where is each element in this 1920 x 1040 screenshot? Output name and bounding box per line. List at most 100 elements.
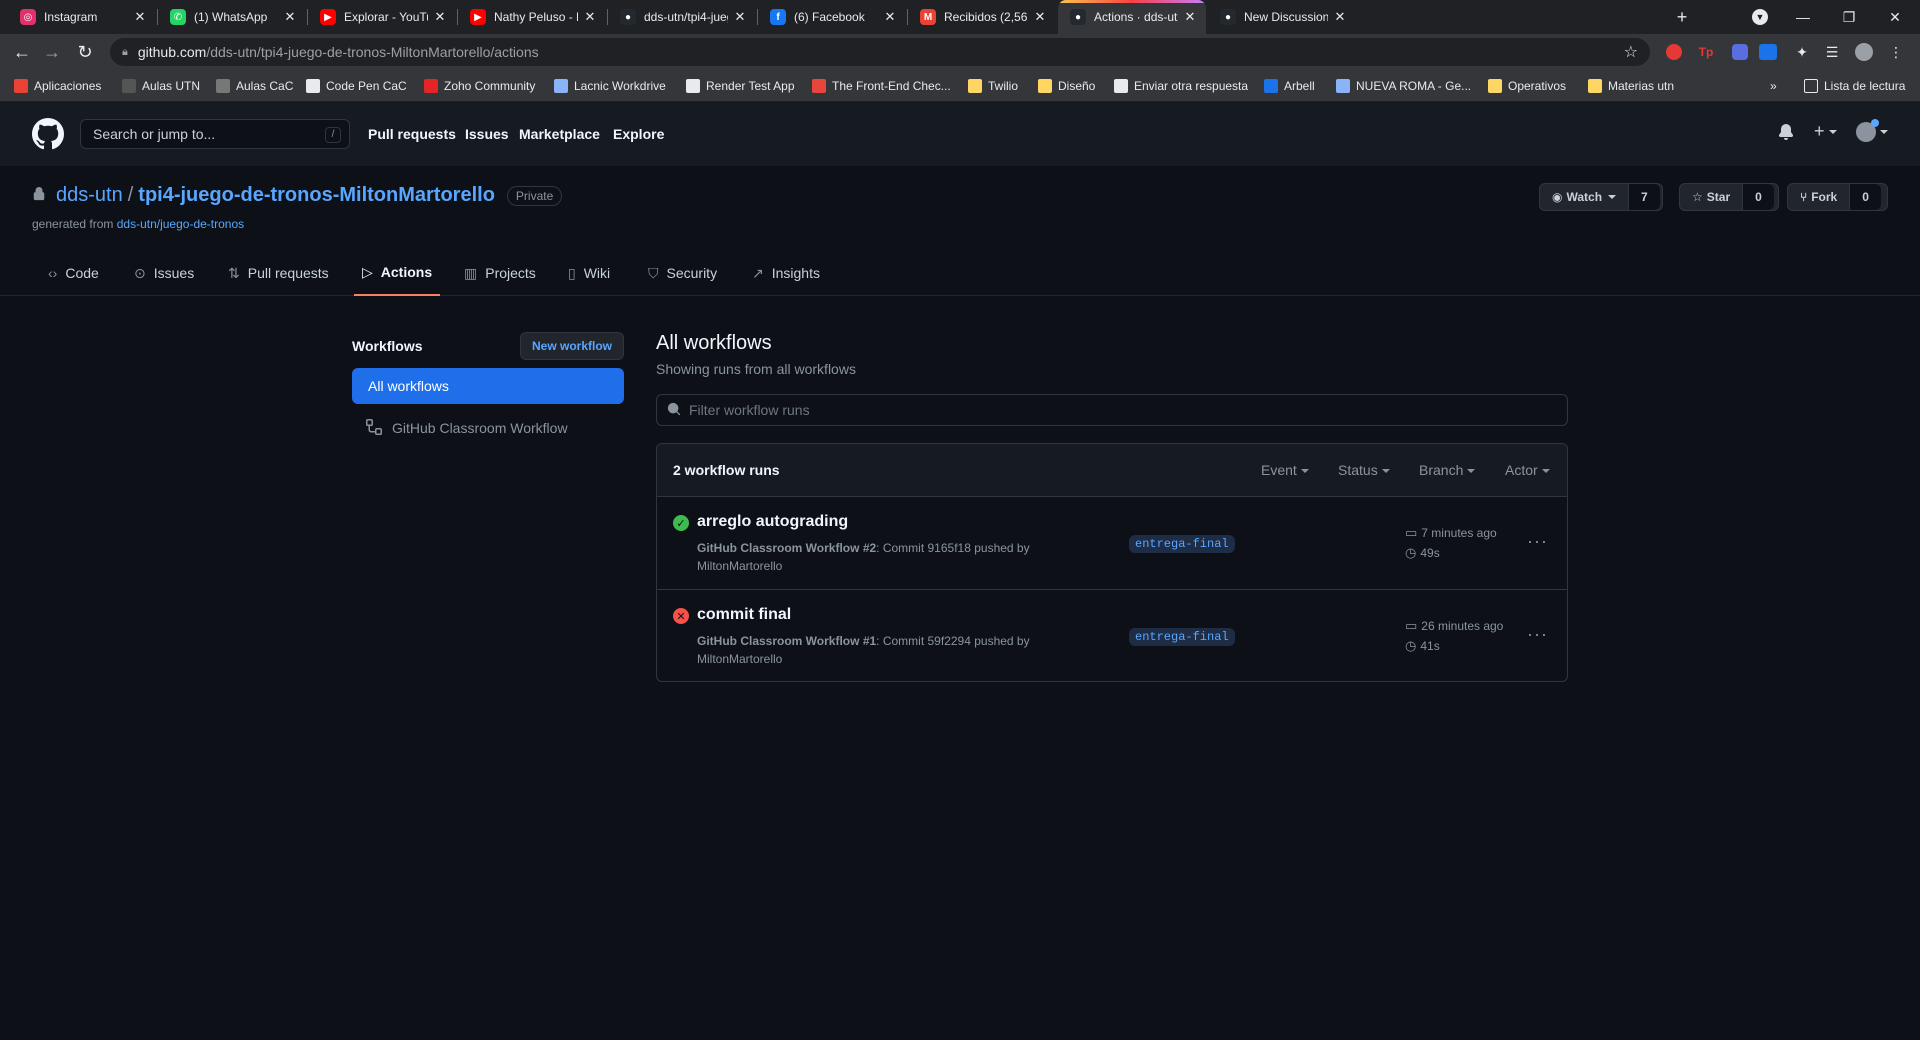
fork-main[interactable]: ⑂ Fork xyxy=(1788,184,1849,210)
bookmark-item[interactable]: Materias utn xyxy=(1588,77,1674,95)
browser-tab[interactable]: ▶ Nathy Peluso - BUENC ✕ xyxy=(458,0,606,34)
tab-close-icon[interactable]: ✕ xyxy=(282,9,298,25)
tab-close-icon[interactable]: ✕ xyxy=(432,9,448,25)
new-tab-button[interactable]: + xyxy=(1672,7,1692,27)
bookmark-star-icon[interactable]: ☆ xyxy=(1624,42,1638,62)
branch-filter-dropdown[interactable]: Branch xyxy=(1419,462,1476,478)
tab-close-icon[interactable]: ✕ xyxy=(882,9,898,25)
kebab-menu-icon[interactable]: ··· xyxy=(1527,624,1548,645)
tab-code[interactable]: ‹› Code xyxy=(40,250,107,296)
tab-insights[interactable]: ↗ Insights xyxy=(744,250,828,296)
browser-tab[interactable]: ✆ (1) WhatsApp ✕ xyxy=(158,0,306,34)
browser-tab[interactable]: ◎ Instagram ✕ xyxy=(8,0,156,34)
notifications-extension-icon[interactable] xyxy=(1730,42,1750,62)
repo-owner-link[interactable]: dds-utn xyxy=(56,184,123,207)
new-extension-icon[interactable] xyxy=(1758,42,1778,62)
tab-close-icon[interactable]: ✕ xyxy=(1032,9,1048,25)
workflow-run-row[interactable]: ✓ arreglo autograding GitHub Classroom W… xyxy=(657,497,1567,589)
sidebar-item-github-classroom-workflow[interactable]: GitHub Classroom Workflow xyxy=(366,418,568,438)
event-filter-dropdown[interactable]: Event xyxy=(1261,462,1309,478)
branch-label[interactable]: entrega-final xyxy=(1129,628,1235,646)
actor-filter-dropdown[interactable]: Actor xyxy=(1505,462,1550,478)
tab-security[interactable]: ⛉ Security xyxy=(640,250,725,296)
reading-list-link[interactable]: Lista de lectura xyxy=(1804,77,1905,95)
bookmark-item[interactable]: Enviar otra respuesta xyxy=(1114,77,1248,95)
bookmark-item[interactable]: Lacnic Workdrive xyxy=(554,77,666,95)
bookmark-item[interactable]: The Front-End Chec... xyxy=(812,77,951,95)
tab-projects[interactable]: ▥ Projects xyxy=(456,250,544,296)
watch-button[interactable]: ◉ Watch 7 xyxy=(1539,183,1663,211)
bookmark-item[interactable]: NUEVA ROMA - Ge... xyxy=(1336,77,1471,95)
create-new-plus-icon[interactable]: + xyxy=(1814,121,1837,142)
bookmark-item[interactable]: Render Test App xyxy=(686,77,795,95)
nav-marketplace[interactable]: Marketplace xyxy=(519,126,600,142)
fork-count[interactable]: 0 xyxy=(1849,184,1881,210)
browser-tab[interactable]: M Recibidos (2,562) - mil ✕ xyxy=(908,0,1056,34)
bookmark-item[interactable]: Aulas UTN xyxy=(122,77,200,95)
star-main[interactable]: ☆ Star xyxy=(1680,184,1742,210)
run-title[interactable]: commit final xyxy=(697,606,791,624)
tab-close-icon[interactable]: ✕ xyxy=(1182,9,1198,25)
tab-search-icon[interactable]: ▼ xyxy=(1752,9,1768,25)
forward-button[interactable]: → xyxy=(40,40,64,64)
sidebar-item-all-workflows[interactable]: All workflows xyxy=(352,368,624,404)
workflow-run-row[interactable]: ✕ commit final GitHub Classroom Workflow… xyxy=(657,589,1567,681)
tab-issues[interactable]: ⊙ Issues xyxy=(126,250,202,296)
notifications-bell-icon[interactable] xyxy=(1778,124,1794,145)
bookmark-item[interactable]: Aulas CaC xyxy=(216,77,293,95)
bookmark-label: Render Test App xyxy=(706,79,795,93)
bookmark-item[interactable]: Zoho Community xyxy=(424,77,535,95)
window-close-button[interactable]: ✕ xyxy=(1872,0,1918,34)
fork-button[interactable]: ⑂ Fork 0 xyxy=(1787,183,1888,211)
watch-count[interactable]: 7 xyxy=(1628,184,1660,210)
tab-close-icon[interactable]: ✕ xyxy=(732,9,748,25)
minimize-button[interactable]: — xyxy=(1780,0,1826,34)
back-button[interactable]: ← xyxy=(10,40,34,64)
zoho-icon xyxy=(424,79,438,93)
address-bar[interactable]: 🔒︎ github.com/dds-utn/tpi4-juego-de-tron… xyxy=(110,38,1650,66)
browser-tab[interactable]: ▶ Explorar - YouTube ✕ xyxy=(308,0,456,34)
tab-close-icon[interactable]: ✕ xyxy=(1332,9,1348,25)
template-repo-link[interactable]: dds-utn/juego-de-tronos xyxy=(117,217,244,231)
bookmark-item[interactable]: Arbell xyxy=(1264,77,1315,95)
profile-avatar-icon[interactable] xyxy=(1854,42,1874,62)
adblock-extension-icon[interactable] xyxy=(1664,42,1684,62)
reading-list-icon[interactable]: ☰ xyxy=(1822,42,1842,62)
extensions-puzzle-icon[interactable]: ✦ xyxy=(1792,42,1812,62)
kebab-menu-icon[interactable]: ··· xyxy=(1527,531,1548,552)
more-bookmarks-icon[interactable]: » xyxy=(1770,77,1777,95)
nav-issues[interactable]: Issues xyxy=(465,126,509,142)
browser-tab[interactable]: ● Actions · dds-utn/tpi4 ✕ xyxy=(1058,0,1206,34)
github-logo-icon[interactable] xyxy=(32,118,64,150)
restore-button[interactable]: ❐ xyxy=(1826,0,1872,34)
browser-tab[interactable]: ● New Discussion · dds- ✕ xyxy=(1208,0,1356,34)
filter-workflow-runs-input[interactable]: Filter workflow runs xyxy=(656,394,1568,426)
tab-close-icon[interactable]: ✕ xyxy=(582,9,598,25)
star-count[interactable]: 0 xyxy=(1742,184,1774,210)
user-avatar[interactable] xyxy=(1856,119,1888,142)
nav-pull-requests[interactable]: Pull requests xyxy=(368,126,456,142)
repo-name-link[interactable]: tpi4-juego-de-tronos-MiltonMartorello xyxy=(138,184,495,207)
nav-explore[interactable]: Explore xyxy=(613,126,664,142)
bookmark-item[interactable]: Diseño xyxy=(1038,77,1095,95)
tab-actions[interactable]: ▷ Actions xyxy=(354,250,441,296)
watch-main[interactable]: ◉ Watch xyxy=(1540,184,1628,210)
tp-extension-icon[interactable]: Tp xyxy=(1696,42,1716,62)
bookmark-item[interactable]: Aplicaciones xyxy=(14,77,101,95)
browser-tab[interactable]: ● dds-utn/tpi4-juego-de ✕ xyxy=(608,0,756,34)
tab-close-icon[interactable]: ✕ xyxy=(132,9,148,25)
new-workflow-button[interactable]: New workflow xyxy=(520,332,624,360)
bookmark-item[interactable]: Twilio xyxy=(968,77,1018,95)
bookmark-item[interactable]: Operativos xyxy=(1488,77,1566,95)
tab-pull-requests[interactable]: ⇅ Pull requests xyxy=(220,250,337,296)
bookmark-item[interactable]: Code Pen CaC xyxy=(306,77,407,95)
github-search-input[interactable]: Search or jump to... / xyxy=(80,119,350,149)
branch-label[interactable]: entrega-final xyxy=(1129,535,1235,553)
tab-wiki[interactable]: ▯ Wiki xyxy=(560,250,618,296)
browser-tab[interactable]: f (6) Facebook ✕ xyxy=(758,0,906,34)
status-filter-dropdown[interactable]: Status xyxy=(1338,462,1390,478)
run-title[interactable]: arreglo autograding xyxy=(697,513,848,531)
reload-button[interactable]: ↻ xyxy=(73,40,97,64)
star-button[interactable]: ☆ Star 0 xyxy=(1679,183,1779,211)
browser-menu-icon[interactable]: ⋮ xyxy=(1886,42,1906,62)
